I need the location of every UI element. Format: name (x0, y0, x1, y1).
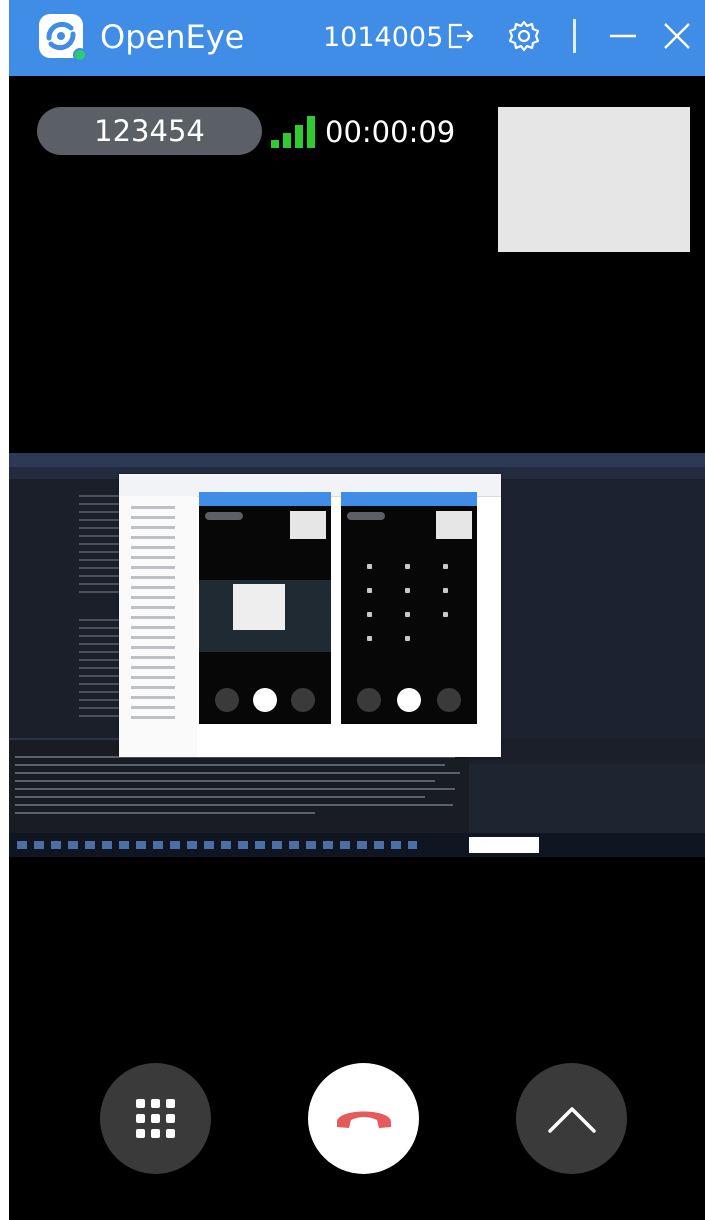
hangup-button[interactable] (308, 1063, 419, 1174)
expand-button[interactable] (516, 1063, 627, 1174)
signal-strength-icon (271, 116, 317, 148)
dialpad-icon (135, 1098, 175, 1138)
remote-call-window-2 (341, 492, 477, 724)
chevron-up-icon (547, 1106, 596, 1133)
peer-id-badge: 123454 (37, 107, 262, 155)
call-window: OpenEye 1014005 123454 00:00:09 (9, 0, 705, 1220)
remote-video-stream (9, 453, 705, 857)
title-separator (573, 19, 576, 53)
title-bar: OpenEye 1014005 (9, 0, 705, 76)
openeye-logo-icon (37, 12, 87, 62)
remote-taskbar (9, 833, 705, 857)
remote-call-window-1 (199, 492, 331, 724)
peer-id: 123454 (94, 114, 205, 148)
close-icon[interactable] (659, 18, 695, 54)
explorer-sidebar (119, 496, 197, 757)
exit-icon[interactable] (442, 18, 478, 54)
minimize-icon[interactable] (605, 18, 641, 54)
remote-file-explorer (119, 474, 501, 757)
call-duration: 00:00:09 (325, 115, 456, 149)
dialpad-button[interactable] (100, 1063, 211, 1174)
app-title: OpenEye (100, 18, 245, 56)
user-id: 1014005 (323, 22, 444, 53)
local-video-preview[interactable] (498, 107, 690, 252)
remote-title-strip (9, 453, 705, 467)
gear-icon[interactable] (506, 18, 542, 54)
hangup-phone-icon (336, 1111, 391, 1128)
remote-side-panel (499, 479, 705, 738)
